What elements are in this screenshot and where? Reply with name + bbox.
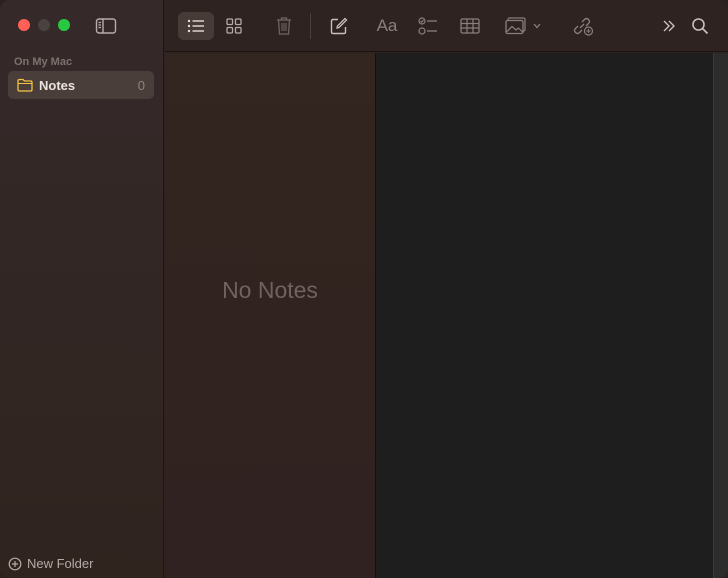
plus-circle-icon xyxy=(8,557,22,570)
note-list[interactable]: No Notes xyxy=(165,53,375,578)
checklist-icon xyxy=(418,17,437,35)
folder-note-count: 0 xyxy=(137,77,145,93)
sidebar-toggle-button[interactable] xyxy=(95,17,117,35)
sidebar: On My Mac Notes 0 New Folder xyxy=(0,0,164,578)
table-button[interactable] xyxy=(457,12,483,40)
list-view-button[interactable] xyxy=(178,12,214,40)
compose-icon xyxy=(330,17,348,35)
new-folder-label: New Folder xyxy=(27,556,94,571)
collaborate-button[interactable] xyxy=(570,12,596,40)
toolbar-divider xyxy=(310,13,311,39)
notes-window: On My Mac Notes 0 New Folder Aa No Notes xyxy=(0,0,728,578)
media-button[interactable] xyxy=(502,12,544,40)
chevron-down-icon xyxy=(533,23,541,29)
section-label-on-my-mac: On My Mac xyxy=(14,56,73,68)
gallery-view-button[interactable] xyxy=(220,12,248,40)
grid-icon xyxy=(226,18,242,34)
format-button[interactable]: Aa xyxy=(373,12,401,40)
search-icon xyxy=(692,18,709,35)
toolbar: Aa xyxy=(165,0,728,52)
note-editor[interactable] xyxy=(375,53,713,578)
search-button[interactable] xyxy=(687,12,713,40)
checklist-button[interactable] xyxy=(415,12,441,40)
format-text-icon: Aa xyxy=(376,16,398,35)
close-window-button[interactable] xyxy=(18,19,30,31)
empty-state-message: No Notes xyxy=(222,277,318,303)
sidebar-folder-notes[interactable]: Notes 0 xyxy=(8,71,154,99)
list-icon xyxy=(187,19,204,33)
editor-scrollbar[interactable] xyxy=(713,53,728,578)
delete-note-button[interactable] xyxy=(271,12,297,40)
chevron-double-right-icon xyxy=(663,20,675,32)
zoom-window-button[interactable] xyxy=(58,19,70,31)
trash-icon xyxy=(277,17,291,35)
table-icon xyxy=(460,18,480,34)
link-add-icon xyxy=(573,17,594,36)
photo-icon xyxy=(505,17,526,35)
sidebar-icon xyxy=(95,18,117,34)
folder-icon xyxy=(17,78,33,92)
minimize-window-button[interactable] xyxy=(38,19,50,31)
window-controls xyxy=(18,19,70,31)
more-toolbar-items-button[interactable] xyxy=(657,12,681,40)
folder-name: Notes xyxy=(39,77,76,93)
new-folder-button[interactable]: New Folder xyxy=(8,556,93,571)
new-note-button[interactable] xyxy=(326,12,352,40)
